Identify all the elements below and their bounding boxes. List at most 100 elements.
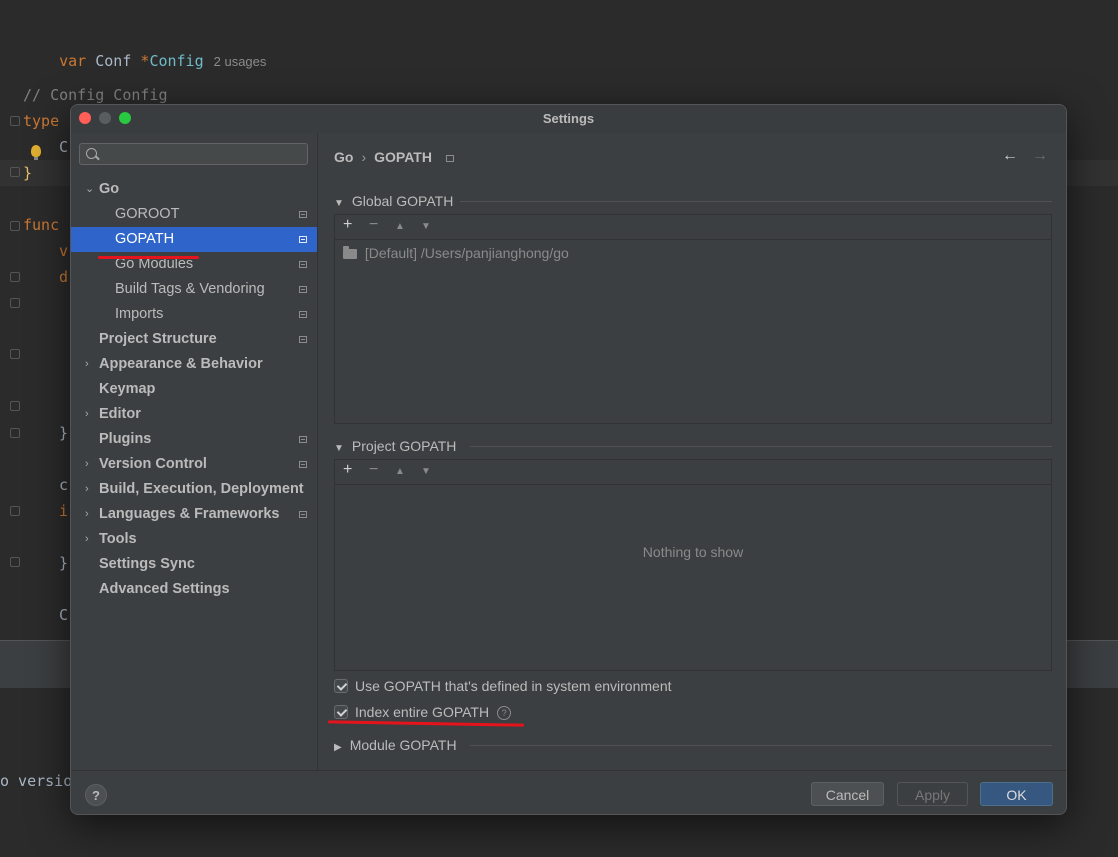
chevron-right-icon[interactable]: › [85, 502, 89, 527]
help-button[interactable]: ? [85, 784, 107, 806]
sidebar-item-label: Settings Sync [99, 556, 195, 572]
sidebar-item-label: Project Structure [99, 331, 217, 347]
remove-button[interactable]: − [369, 216, 378, 234]
sidebar-item-label: Version Control [99, 456, 207, 472]
sidebar-item-keymap[interactable]: Keymap [71, 377, 317, 402]
add-button[interactable]: + [343, 216, 352, 234]
global-gopath-header[interactable]: ▼ Global GOPATH [334, 193, 453, 209]
sidebar-item-build-execution[interactable]: › Build, Execution, Deployment [71, 477, 317, 502]
code-line: var Conf *Config 2 usages [23, 34, 266, 88]
fold-marker-icon[interactable] [10, 167, 20, 177]
code-line: C [59, 606, 69, 624]
sidebar-item-label: Keymap [99, 381, 156, 397]
annotation-underline [327, 720, 525, 727]
fold-marker-icon[interactable] [10, 298, 20, 308]
list-item[interactable]: [Default] /Users/panjianghong/go [343, 245, 569, 261]
sidebar-item-languages[interactable]: › Languages & Frameworks [71, 502, 317, 527]
project-scope-icon [299, 336, 307, 343]
sidebar-item-editor[interactable]: › Editor [71, 402, 317, 427]
checkbox-checked[interactable] [334, 679, 348, 693]
project-gopath-list[interactable]: + − ▲ ▼ Nothing to show [334, 459, 1052, 671]
chevron-down-icon[interactable]: ⌄ [85, 177, 94, 202]
apply-button[interactable]: Apply [897, 782, 968, 806]
index-entire-gopath-checkbox[interactable]: Index entire GOPATH? [334, 704, 512, 720]
checkbox-checked[interactable] [334, 705, 348, 719]
breadcrumb-parent[interactable]: Go [334, 149, 353, 165]
forward-arrow-icon[interactable]: → [1032, 147, 1048, 164]
module-gopath-header[interactable]: ▶ Module GOPATH [334, 737, 457, 753]
back-arrow-icon[interactable]: ← [1002, 147, 1018, 164]
code-line: } [59, 424, 69, 442]
project-gopath-header[interactable]: ▼ Project GOPATH [334, 438, 456, 454]
sidebar-item-advanced[interactable]: Advanced Settings [71, 577, 317, 602]
folder-icon [343, 246, 357, 260]
sidebar-item-label: Go [99, 181, 120, 197]
ok-button[interactable]: OK [980, 782, 1053, 806]
annotation-underline [98, 256, 199, 259]
gopath-path: /Users/panjianghong/go [420, 245, 569, 261]
empty-list-text: Nothing to show [642, 544, 744, 560]
collapse-triangle-icon[interactable]: ▼ [334, 198, 344, 209]
breadcrumb-separator: › [361, 149, 367, 165]
fold-marker-icon[interactable] [10, 116, 20, 126]
lightbulb-icon[interactable] [31, 145, 41, 160]
checkbox-label: Use GOPATH that's defined in system envi… [355, 678, 672, 694]
expand-triangle-icon[interactable]: ▶ [334, 742, 342, 753]
help-icon[interactable]: ? [497, 706, 512, 720]
terminal-output: o versio [0, 772, 73, 790]
code-line: d [59, 268, 69, 286]
chevron-right-icon[interactable]: › [85, 452, 89, 477]
move-up-button[interactable]: ▲ [395, 466, 405, 477]
sidebar-item-gopath[interactable]: GOPATH [71, 227, 317, 252]
sidebar-item-imports[interactable]: Imports [71, 302, 317, 327]
fold-marker-icon[interactable] [10, 272, 20, 282]
sidebar-item-settings-sync[interactable]: Settings Sync [71, 552, 317, 577]
fold-marker-icon[interactable] [10, 506, 20, 516]
sidebar-item-label: Build, Execution, Deployment [99, 481, 304, 497]
fold-marker-icon[interactable] [10, 349, 20, 359]
usages-hint[interactable]: 2 usages [214, 54, 267, 69]
chevron-right-icon[interactable]: › [85, 527, 89, 552]
remove-button[interactable]: − [369, 461, 378, 479]
move-down-button[interactable]: ▼ [421, 221, 431, 232]
chevron-right-icon[interactable]: › [85, 352, 89, 377]
sidebar-item-version-control[interactable]: › Version Control [71, 452, 317, 477]
add-button[interactable]: + [343, 461, 352, 479]
fold-marker-icon[interactable] [10, 221, 20, 231]
dialog-titlebar[interactable]: Settings [71, 105, 1066, 133]
section-divider [470, 745, 1052, 746]
fold-marker-icon[interactable] [10, 557, 20, 567]
dialog-title: Settings [542, 111, 595, 126]
move-down-button[interactable]: ▼ [421, 466, 431, 477]
collapse-triangle-icon[interactable]: ▼ [334, 443, 344, 454]
list-toolbar: + − ▲ ▼ [335, 215, 1051, 240]
code-line: type [23, 112, 60, 130]
code-line: C [59, 138, 69, 156]
chevron-right-icon[interactable]: › [85, 477, 89, 502]
section-divider [470, 446, 1052, 447]
sidebar-item-plugins[interactable]: Plugins [71, 427, 317, 452]
move-up-button[interactable]: ▲ [395, 221, 405, 232]
sidebar-item-project-structure[interactable]: Project Structure [71, 327, 317, 352]
fold-marker-icon[interactable] [10, 428, 20, 438]
project-scope-icon [299, 511, 307, 518]
sidebar-item-label: Build Tags & Vendoring [115, 281, 265, 297]
sidebar-item-label: GOPATH [115, 231, 175, 247]
global-gopath-list[interactable]: + − ▲ ▼ [Default] /Users/panjianghong/go [334, 214, 1052, 424]
history-nav: ← → [1002, 147, 1048, 165]
sidebar-item-go[interactable]: ⌄ Go [71, 177, 317, 202]
settings-search-input[interactable] [79, 143, 308, 165]
project-scope-icon [299, 286, 307, 293]
chevron-right-icon[interactable]: › [85, 402, 89, 427]
fold-marker-icon[interactable] [10, 401, 20, 411]
sidebar-item-tools[interactable]: › Tools [71, 527, 317, 552]
code-line: i [59, 502, 69, 520]
search-icon [86, 148, 97, 159]
use-env-gopath-checkbox[interactable]: Use GOPATH that's defined in system envi… [334, 678, 672, 694]
sidebar-item-appearance[interactable]: › Appearance & Behavior [71, 352, 317, 377]
sidebar-item-build-tags[interactable]: Build Tags & Vendoring [71, 277, 317, 302]
cancel-button[interactable]: Cancel [811, 782, 884, 806]
code-line: func [23, 216, 60, 234]
section-title: Global GOPATH [351, 193, 454, 209]
sidebar-item-goroot[interactable]: GOROOT [71, 202, 317, 227]
